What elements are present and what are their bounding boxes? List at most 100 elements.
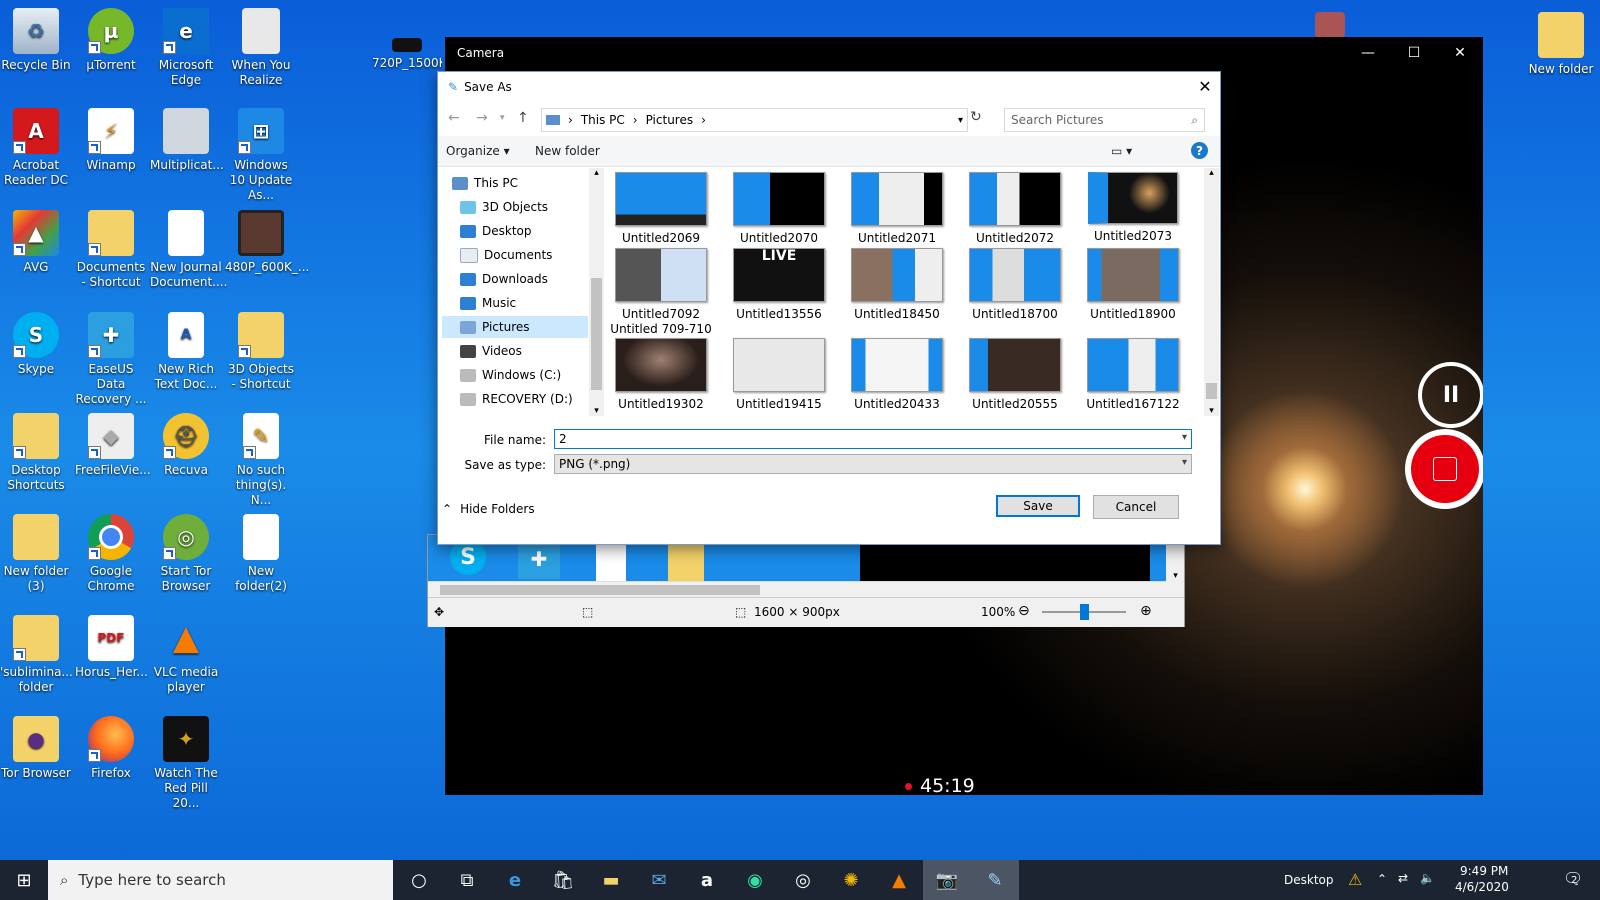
back-button[interactable]: ← — [448, 110, 460, 126]
horizontal-scrollbar[interactable] — [428, 581, 1166, 598]
desktop-icon-subliminal-folder[interactable]: 'sublimina... folder — [0, 615, 73, 695]
tripadvisor-icon[interactable]: ◉ — [731, 860, 779, 900]
desktop-icon-red-pill[interactable]: ✦ Watch The Red Pill 20... — [150, 716, 222, 811]
up-button[interactable]: ↑ — [517, 110, 529, 126]
chevron-down-icon[interactable]: ▾ — [1182, 457, 1187, 468]
zoom-slider[interactable] — [1042, 604, 1126, 620]
file-item[interactable]: Untitled18700 — [960, 248, 1070, 322]
chevron-up-icon[interactable]: ⌃ — [1377, 872, 1387, 886]
forward-button[interactable]: → — [476, 110, 488, 126]
save-type-select[interactable]: PNG (*.png) ▾ — [554, 454, 1192, 474]
chevron-down-icon[interactable]: ▾ — [1182, 432, 1187, 443]
nav-documents[interactable]: Documents — [460, 244, 584, 266]
refresh-button[interactable]: ↻ — [970, 109, 982, 125]
desktop-icon-vlc[interactable]: ▲ VLC media player — [150, 615, 222, 695]
desktop-icon-3d-objects[interactable]: 3D Objects - Shortcut — [225, 312, 297, 392]
minimize-button[interactable]: — — [1345, 37, 1391, 69]
desktop-icon-chrome[interactable]: Google Chrome — [75, 514, 147, 594]
file-item[interactable]: Untitled18450 — [842, 248, 952, 322]
file-item[interactable]: Untitled2070 — [724, 172, 834, 246]
maximize-button[interactable]: ☐ — [1391, 37, 1437, 69]
desktop-icon-recuva[interactable]: ⛑ Recuva — [150, 413, 222, 478]
start-button[interactable]: ⊞ — [0, 860, 48, 900]
nav-pictures[interactable]: Pictures — [442, 316, 588, 338]
desktop-icon-firefox[interactable]: Firefox — [75, 716, 147, 781]
desktop-icon-documents-shortcut[interactable]: Documents - Shortcut — [75, 210, 147, 290]
desktop-icon-new-folder-3[interactable]: New folder (3) — [0, 514, 72, 594]
camera-taskbar-icon[interactable]: 📷 — [923, 860, 971, 900]
paint-taskbar-icon[interactable]: ✎ — [971, 860, 1019, 900]
store-icon[interactable]: 🛍 — [539, 860, 587, 900]
stop-recording-button[interactable] — [1405, 429, 1483, 509]
file-item[interactable]: Untitled7092 Untitled 709-710 — [606, 248, 716, 337]
desktop-icon-when-you-realize[interactable]: When You Realize — [225, 8, 297, 88]
zoom-in-button[interactable]: ⊕ — [1140, 603, 1152, 619]
view-options-icon[interactable]: ▭ ▾ — [1111, 144, 1132, 158]
breadcrumb-pictures[interactable]: Pictures — [646, 113, 694, 127]
file-item[interactable]: Untitled2071 — [842, 172, 952, 246]
file-name-input[interactable]: 2 ▾ — [554, 429, 1192, 449]
new-folder-button[interactable]: New folder — [535, 144, 600, 158]
edge-taskbar-icon[interactable]: e — [491, 860, 539, 900]
scroll-thumb[interactable] — [440, 585, 760, 595]
file-item[interactable]: Untitled19415 — [724, 338, 834, 412]
task-view-icon[interactable]: ⧉ — [443, 860, 491, 900]
file-item[interactable]: LIVE Untitled13556 — [724, 248, 834, 322]
file-item[interactable]: Untitled19302 — [606, 338, 716, 412]
nav-3d-objects[interactable]: 3D Objects — [460, 196, 584, 218]
search-input[interactable]: Search Pictures ⌕ — [1004, 108, 1205, 132]
pause-button[interactable]: II — [1418, 362, 1483, 428]
desktop-icon-tor-browser[interactable]: ● Tor Browser — [0, 716, 72, 781]
help-button[interactable]: ? — [1191, 142, 1208, 159]
file-item[interactable]: Untitled18900 — [1078, 248, 1188, 322]
vlc-taskbar-icon[interactable]: ▲ — [875, 860, 923, 900]
scroll-down-icon[interactable]: ▾ — [1204, 406, 1219, 416]
desktop-icon-win10-update[interactable]: ⊞ Windows 10 Update As... — [225, 108, 297, 203]
clock-time[interactable]: 9:49 PM — [1460, 864, 1508, 878]
desktop-icon-skype[interactable]: S Skype — [0, 312, 72, 377]
zoom-slider-thumb[interactable] — [1080, 604, 1089, 620]
breadcrumb-this-pc[interactable]: This PC — [581, 113, 625, 127]
volume-icon[interactable]: 🔈 — [1420, 871, 1435, 885]
desktop-icon-multiplicat[interactable]: Multiplicat... — [150, 108, 224, 173]
desktop-icon-freefileviewer[interactable]: ◆ FreeFileVie... — [75, 413, 151, 478]
file-explorer-icon[interactable]: ▬ — [587, 860, 635, 900]
camera-app-icon[interactable]: ◎ — [779, 860, 827, 900]
desktop-icon-avg[interactable]: ▲ AVG — [0, 210, 72, 275]
desktop-icon-recycle-bin[interactable]: ♻ Recycle Bin — [0, 8, 72, 73]
desktop-icon-720p[interactable]: 720P_1500K — [372, 38, 442, 71]
taskbar-search[interactable]: ⌕ Type here to search — [48, 860, 393, 900]
clock-date[interactable]: 4/6/2020 — [1455, 880, 1509, 894]
cancel-button[interactable]: Cancel — [1093, 495, 1179, 519]
file-item[interactable]: Untitled167122 — [1078, 338, 1188, 412]
address-dropdown-icon[interactable]: ▾ — [958, 115, 963, 126]
scroll-up-icon[interactable]: ▴ — [1204, 168, 1219, 178]
scroll-up-icon[interactable]: ▴ — [589, 168, 604, 178]
color-app-icon[interactable]: ✺ — [827, 860, 875, 900]
amazon-icon[interactable]: a — [683, 860, 731, 900]
desktop-icon-480p[interactable]: 480P_600K_... — [225, 210, 309, 275]
scroll-thumb[interactable] — [591, 278, 602, 390]
desktop-icon-winamp[interactable]: ⚡ Winamp — [75, 108, 147, 173]
scroll-thumb[interactable] — [1206, 383, 1217, 399]
desktop-icon-new-folder-2[interactable]: New folder(2) — [225, 514, 297, 594]
desktop-icon-start-tor[interactable]: ◎ Start Tor Browser — [150, 514, 222, 594]
file-item[interactable]: Untitled2073 — [1078, 172, 1188, 244]
nav-music[interactable]: Music — [460, 292, 584, 314]
desktop-icon-desktop-shortcuts[interactable]: Desktop Shortcuts — [0, 413, 72, 493]
mail-icon[interactable]: ✉ — [635, 860, 683, 900]
recent-dropdown-icon[interactable]: ▾ — [500, 113, 505, 123]
nav-windows-c[interactable]: Windows (C:) — [460, 364, 584, 386]
desktop-icon-new-folder-right[interactable]: New folder — [1525, 12, 1597, 77]
nav-this-pc[interactable]: This PC — [452, 172, 576, 194]
organize-button[interactable]: Organize ▾ — [446, 144, 510, 158]
desktop-icon-horus-pdf[interactable]: PDF Horus_Her... — [75, 615, 148, 680]
save-button[interactable]: Save — [996, 495, 1080, 517]
file-item[interactable]: Untitled2069 — [606, 172, 716, 246]
desktop-toolbar-label[interactable]: Desktop — [1284, 873, 1334, 887]
warning-icon[interactable]: ⚠ — [1348, 870, 1362, 889]
desktop-icon-new-journal[interactable]: New Journal Document.... — [150, 210, 227, 290]
nav-recovery-d[interactable]: RECOVERY (D:) — [460, 388, 584, 410]
desktop-icon-acrobat[interactable]: A Acrobat Reader DC — [0, 108, 72, 188]
file-item[interactable]: Untitled2072 — [960, 172, 1070, 246]
